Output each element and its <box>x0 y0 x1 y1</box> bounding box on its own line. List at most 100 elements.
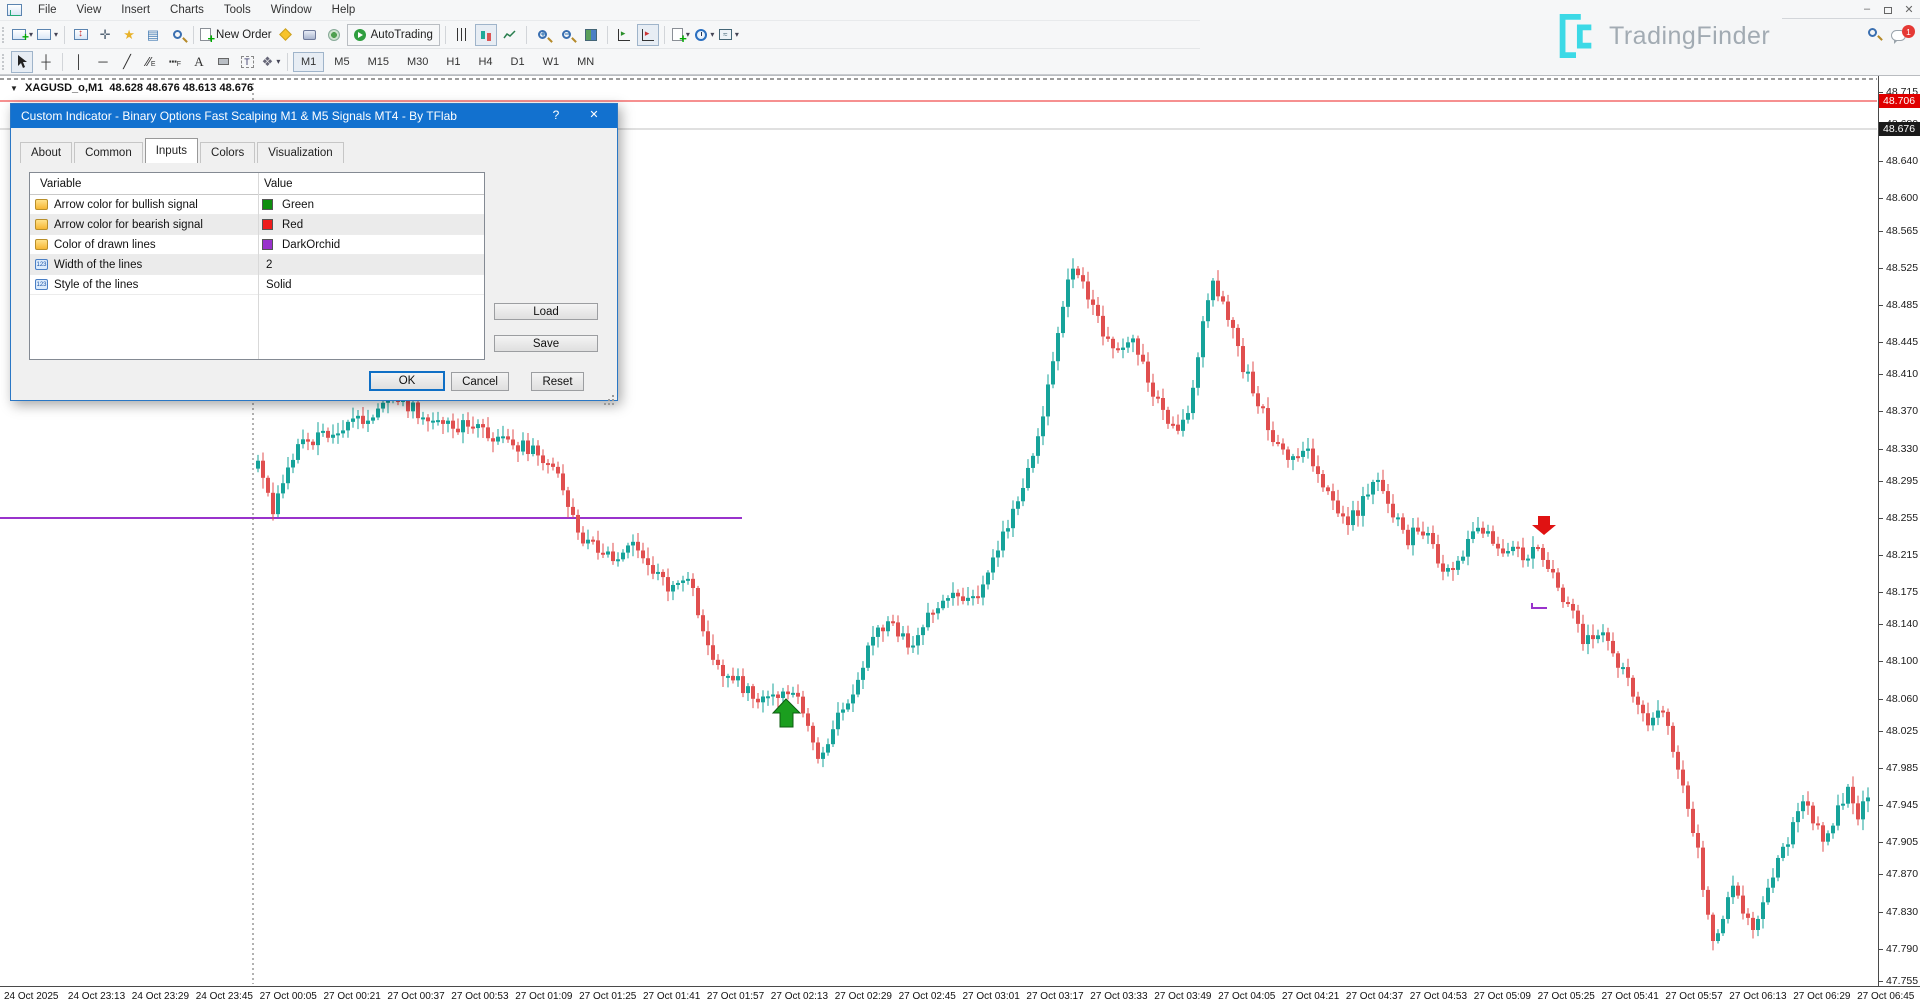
minimize-button[interactable]: – <box>1858 3 1876 15</box>
dialog-close-button[interactable]: ✕ <box>585 108 603 124</box>
zoom-out-icon: − <box>562 30 571 39</box>
chart-shift-button[interactable] <box>637 24 659 46</box>
new-chart-button[interactable]: ▾ <box>11 24 34 46</box>
text-icon: A <box>194 54 203 70</box>
table-row[interactable]: Arrow color for bullish signalGreen <box>30 195 484 215</box>
zoom-out-button[interactable]: − <box>556 24 578 46</box>
timeframe-m15-button[interactable]: M15 <box>360 52 397 72</box>
bar-chart-button[interactable] <box>451 24 473 46</box>
resize-grip[interactable] <box>612 395 614 397</box>
data-window-button[interactable]: ✛ <box>94 24 116 46</box>
autotrading-label: AutoTrading <box>371 29 433 41</box>
separator <box>526 26 527 44</box>
timeframe-h1-button[interactable]: H1 <box>438 52 468 72</box>
horizontal-line-icon: ─ <box>98 54 107 69</box>
price-scale[interactable]: 48.71548.68048.64048.60048.56548.52548.4… <box>1878 76 1920 986</box>
menu-item-tools[interactable]: Tools <box>214 1 261 19</box>
timeframe-mn-button[interactable]: MN <box>569 52 602 72</box>
metaeditor-button[interactable] <box>275 24 297 46</box>
horizontal-line-button[interactable]: ─ <box>92 51 114 73</box>
crosshair-button[interactable]: ┼ <box>35 51 57 73</box>
trendline-button[interactable]: ╱ <box>116 51 138 73</box>
strategy-tester-button[interactable] <box>166 24 188 46</box>
toolbar-grip[interactable] <box>2 54 6 70</box>
table-row[interactable]: 123Style of the linesSolid <box>30 275 484 295</box>
tab-visualization[interactable]: Visualization <box>257 142 343 163</box>
templates-button[interactable]: ≈▾ <box>718 24 740 46</box>
time-tick-label: 27 Oct 04:05 <box>1218 991 1275 1002</box>
candlestick-button[interactable] <box>475 24 497 46</box>
table-row[interactable]: 123Width of the lines2 <box>30 255 484 275</box>
number-input-icon: 123 <box>35 279 48 290</box>
broadcast-button[interactable] <box>323 24 345 46</box>
time-tick-label: 27 Oct 00:21 <box>324 991 381 1002</box>
separator <box>64 26 65 44</box>
reset-button[interactable]: Reset <box>531 372 584 391</box>
load-button[interactable]: Load <box>494 303 598 320</box>
new-order-label: New Order <box>216 29 272 41</box>
timeframe-d1-button[interactable]: D1 <box>503 52 533 72</box>
timeframe-m1-button[interactable]: M1 <box>293 52 324 72</box>
auto-scroll-button[interactable] <box>613 24 635 46</box>
arrows-button[interactable]: ❖▾ <box>260 51 282 73</box>
timeframe-m5-button[interactable]: M5 <box>326 52 357 72</box>
cancel-button[interactable]: Cancel <box>451 372 509 391</box>
collapse-icon[interactable]: ▼ <box>10 84 18 93</box>
color-input-icon <box>35 219 48 230</box>
periods-button[interactable]: ▾ <box>694 24 716 46</box>
text-label-button[interactable] <box>212 51 234 73</box>
vertical-line-button[interactable]: │ <box>68 51 90 73</box>
dialog-help-button[interactable]: ? <box>547 108 565 124</box>
toolbar-grip[interactable] <box>2 27 6 43</box>
value-text: DarkOrchid <box>278 239 340 251</box>
tab-about[interactable]: About <box>20 142 72 163</box>
menu-item-window[interactable]: Window <box>261 1 322 19</box>
menu-item-help[interactable]: Help <box>322 1 366 19</box>
market-watch-button[interactable] <box>70 24 92 46</box>
text-button[interactable]: A <box>188 51 210 73</box>
tab-colors[interactable]: Colors <box>200 142 255 163</box>
menu-item-file[interactable]: File <box>28 1 67 19</box>
timeframe-m30-button[interactable]: M30 <box>399 52 436 72</box>
table-row[interactable]: Color of drawn linesDarkOrchid <box>30 235 484 255</box>
fibonacci-button[interactable]: ┅F <box>164 51 186 73</box>
zoom-in-button[interactable]: + <box>532 24 554 46</box>
restore-button[interactable] <box>1884 7 1892 14</box>
label-t-button[interactable]: T <box>236 51 258 73</box>
menu-item-insert[interactable]: Insert <box>111 1 160 19</box>
line-chart-button[interactable] <box>499 24 521 46</box>
metaeditor-icon <box>279 28 292 41</box>
navigator-button[interactable]: ★ <box>118 24 140 46</box>
time-scale[interactable]: 24 Oct 202524 Oct 23:1324 Oct 23:2924 Oc… <box>0 986 1920 1005</box>
table-row[interactable]: Arrow color for bearish signalRed <box>30 215 484 235</box>
time-tick-label: 27 Oct 03:33 <box>1090 991 1147 1002</box>
color-swatch <box>262 199 273 210</box>
autotrading-button[interactable]: AutoTrading <box>347 24 440 46</box>
equidistant-channel-button[interactable]: ∕∕E <box>140 51 162 73</box>
price-tick-label: 47.905 <box>1886 836 1918 848</box>
search-icon[interactable] <box>1868 28 1877 37</box>
table-header-row: Variable Value <box>30 173 484 195</box>
tile-windows-button[interactable] <box>580 24 602 46</box>
terminal-button[interactable]: ▤ <box>142 24 164 46</box>
timeframe-h4-button[interactable]: H4 <box>470 52 500 72</box>
new-order-button[interactable]: New Order <box>199 24 273 46</box>
dialog-title-bar[interactable]: Custom Indicator - Binary Options Fast S… <box>11 104 617 128</box>
menu-item-charts[interactable]: Charts <box>160 1 214 19</box>
close-window-button[interactable]: ✕ <box>1900 3 1918 16</box>
indicators-button[interactable]: ▾ <box>670 24 692 46</box>
separator <box>287 53 288 71</box>
cursor-button[interactable] <box>11 51 33 73</box>
ok-button[interactable]: OK <box>369 371 445 391</box>
menu-item-view[interactable]: View <box>67 1 112 19</box>
print-button[interactable] <box>299 24 321 46</box>
market-watch-icon <box>74 29 88 40</box>
candlestick-icon <box>481 31 485 39</box>
profiles-button[interactable]: ▾ <box>36 24 59 46</box>
timeframe-w1-button[interactable]: W1 <box>535 52 568 72</box>
price-tick-label: 47.945 <box>1886 799 1918 811</box>
ask-price-badge: 48.706 <box>1879 94 1920 108</box>
tab-inputs[interactable]: Inputs <box>145 138 198 163</box>
save-button[interactable]: Save <box>494 335 598 352</box>
tab-common[interactable]: Common <box>74 142 143 163</box>
